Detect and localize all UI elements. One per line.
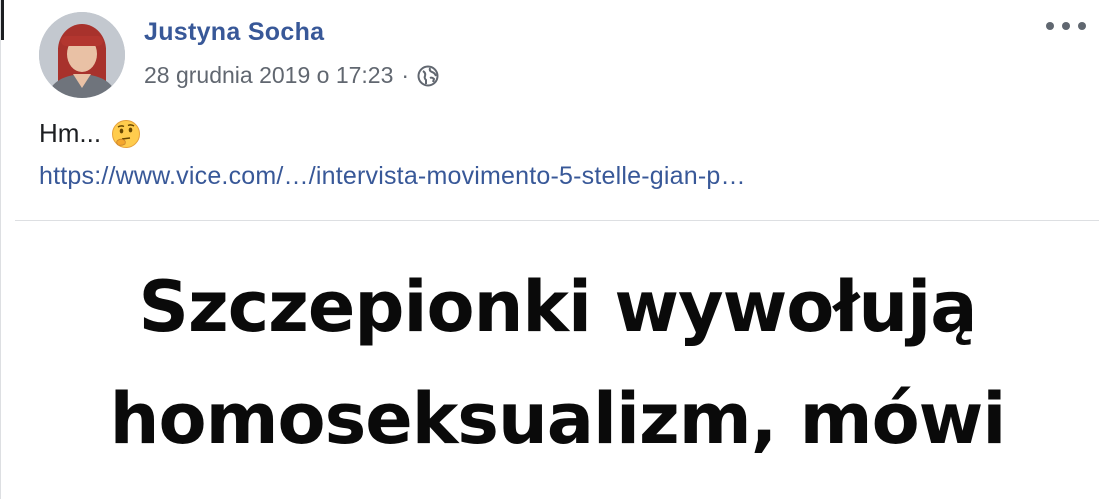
- post-header: Justyna Socha 28 grudnia 2019 o 17:23 ·: [1, 0, 1099, 110]
- avatar-image: [39, 12, 125, 98]
- thinking-face-emoji: [111, 119, 141, 149]
- preview-headline: Szczepionki wywołują homoseksualizm, mów…: [15, 251, 1099, 475]
- post-text: Hm...: [39, 118, 141, 149]
- avatar[interactable]: [39, 12, 125, 98]
- post-timestamp[interactable]: 28 grudnia 2019 o 17:23: [144, 62, 393, 89]
- globe-icon[interactable]: [417, 65, 439, 87]
- post-link[interactable]: https://www.vice.com/…/intervista-movime…: [39, 162, 746, 191]
- meta-separator: ·: [401, 62, 410, 88]
- more-options-icon[interactable]: [1046, 14, 1086, 38]
- facebook-post: Justyna Socha 28 grudnia 2019 o 17:23 · …: [0, 0, 1099, 499]
- author-name[interactable]: Justyna Socha: [144, 18, 324, 47]
- post-text-content: Hm...: [39, 118, 102, 148]
- post-meta: 28 grudnia 2019 o 17:23 ·: [144, 62, 439, 89]
- link-preview-image[interactable]: Szczepionki wywołują homoseksualizm, mów…: [15, 221, 1099, 499]
- headline-line-2: homoseksualizm, mówi: [109, 378, 1007, 460]
- headline-line-1: Szczepionki wywołują: [138, 266, 978, 348]
- dot: [1046, 22, 1054, 30]
- dot: [1078, 22, 1086, 30]
- dot: [1062, 22, 1070, 30]
